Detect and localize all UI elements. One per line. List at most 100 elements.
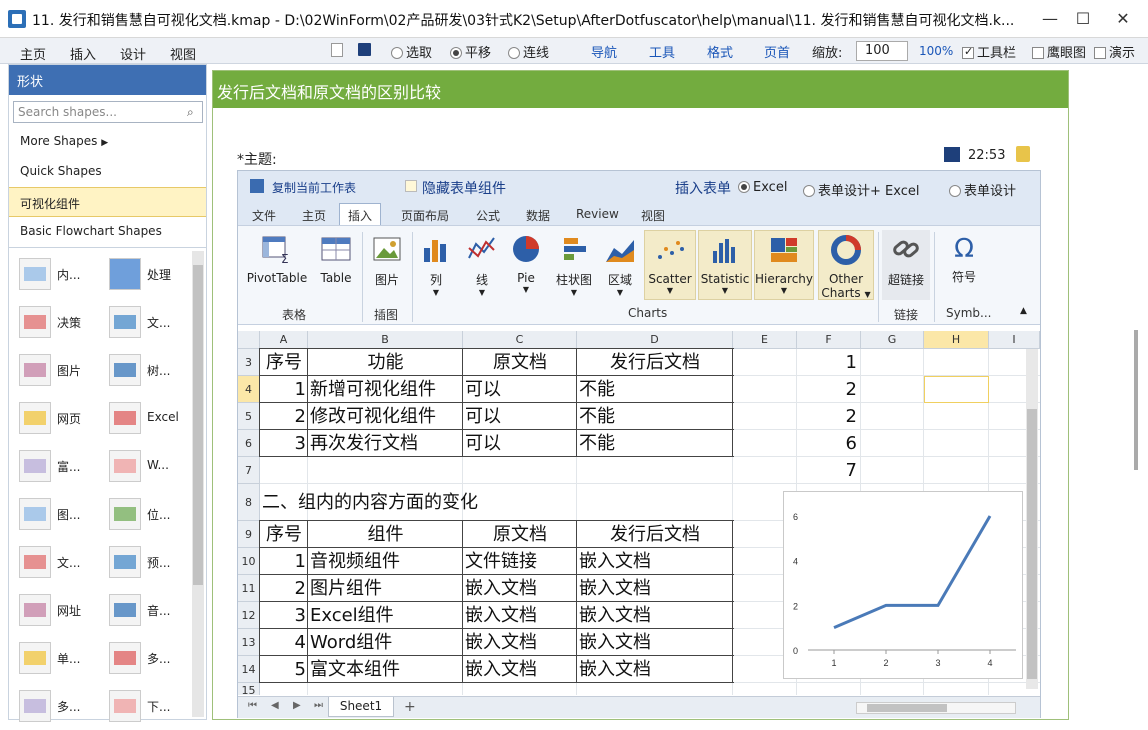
collapse-ribbon-icon[interactable]: ▲ — [1020, 306, 1027, 316]
shape-thumbnail-icon[interactable] — [19, 690, 51, 722]
cell[interactable]: 3 — [262, 602, 306, 629]
column-header[interactable]: F — [797, 331, 861, 349]
shape-label[interactable]: 多... — [147, 650, 170, 667]
shape-thumbnail-icon[interactable] — [19, 546, 51, 578]
cell[interactable]: 发行后文档 — [579, 521, 731, 548]
cell[interactable]: 功能 — [310, 349, 461, 376]
cell[interactable]: 新增可视化组件 — [310, 376, 461, 403]
shape-label[interactable]: 单... — [57, 650, 80, 667]
zoom-input[interactable]: 100 — [856, 41, 908, 61]
tab-home[interactable]: 主页 — [302, 207, 326, 224]
tab-view[interactable]: 视图 — [641, 207, 665, 224]
category-visual-components[interactable]: 可视化组件 — [9, 187, 206, 217]
tab-insert[interactable]: 插入 — [339, 203, 382, 225]
nav-button[interactable]: 导航 — [591, 42, 617, 61]
canvas-scrollbar[interactable] — [1134, 330, 1138, 470]
cell[interactable]: 3 — [262, 430, 306, 457]
cell[interactable]: Excel组件 — [310, 602, 461, 629]
cell[interactable]: 可以 — [465, 403, 575, 430]
cell[interactable]: 修改可视化组件 — [310, 403, 461, 430]
tab-formula[interactable]: 公式 — [476, 207, 500, 224]
shape-label[interactable]: 文... — [57, 554, 80, 571]
cell[interactable]: 嵌入文档 — [579, 629, 731, 656]
hide-form-checkbox[interactable] — [405, 180, 417, 192]
tab-data[interactable]: 数据 — [526, 207, 550, 224]
category-flowchart[interactable]: Basic Flowchart Shapes — [9, 217, 206, 247]
row-header[interactable]: 5 — [238, 403, 260, 430]
shape-thumbnail-icon[interactable] — [19, 498, 51, 530]
cell[interactable]: 文件链接 — [465, 548, 575, 575]
opt-design-excel-radio[interactable]: 表单设计+ Excel — [803, 180, 919, 199]
shape-label[interactable]: Excel — [147, 410, 179, 424]
f-column-cell[interactable]: 2 — [799, 376, 857, 403]
shape-label[interactable]: 树... — [147, 362, 170, 379]
shape-thumbnail-icon[interactable] — [19, 594, 51, 626]
column-chart-button[interactable]: 列 ▼ — [418, 234, 454, 297]
shape-label[interactable]: 位... — [147, 506, 170, 523]
tab-file[interactable]: 文件 — [252, 207, 276, 224]
column-header[interactable]: A — [260, 331, 308, 349]
shape-thumbnail-icon[interactable] — [109, 258, 141, 290]
shape-thumbnail-icon[interactable] — [109, 594, 141, 626]
shape-label[interactable]: 预... — [147, 554, 170, 571]
row-header[interactable]: 11 — [238, 575, 260, 602]
column-header[interactable]: E — [733, 331, 797, 349]
h-scrollbar-thumb[interactable] — [867, 704, 947, 712]
tools-button[interactable]: 工具 — [649, 42, 675, 61]
column-header[interactable]: D — [577, 331, 733, 349]
scatter-chart-button[interactable]: Scatter ▼ — [644, 230, 696, 300]
menu-design[interactable]: 设计 — [120, 44, 146, 63]
sheet-tab[interactable]: Sheet1 — [328, 697, 394, 717]
cell[interactable]: Word组件 — [310, 629, 461, 656]
category-more-shapes[interactable]: More Shapes ▶ — [9, 127, 206, 157]
save-icon[interactable] — [944, 147, 960, 162]
row-header[interactable]: 14 — [238, 656, 260, 683]
cell[interactable]: 2 — [262, 575, 306, 602]
menu-view[interactable]: 视图 — [170, 44, 196, 63]
pie-chart-button[interactable]: Pie ▼ — [508, 234, 544, 294]
shape-thumbnail-icon[interactable] — [19, 354, 51, 386]
shape-thumbnail-icon[interactable] — [109, 546, 141, 578]
shape-thumbnail-icon[interactable] — [109, 690, 141, 722]
picture-button[interactable]: 图片 — [368, 234, 406, 288]
first-sheet-icon[interactable]: ⏮ — [248, 700, 257, 711]
f-column-cell[interactable]: 1 — [799, 349, 857, 376]
cell[interactable]: 不能 — [579, 430, 731, 457]
menu-insert[interactable]: 插入 — [70, 44, 96, 63]
cell[interactable]: 嵌入文档 — [579, 656, 731, 683]
last-sheet-icon[interactable]: ⏭ — [314, 700, 323, 711]
mode-connect-radio[interactable]: 连线 — [508, 42, 549, 61]
opt-excel-radio[interactable]: Excel — [738, 180, 787, 195]
cell[interactable]: 2 — [262, 403, 306, 430]
cell[interactable]: 嵌入文档 — [465, 602, 575, 629]
shape-label[interactable]: 网页 — [57, 410, 81, 427]
cell[interactable]: 嵌入文档 — [465, 656, 575, 683]
copy-sheet-button[interactable]: 复制当前工作表 — [272, 179, 356, 196]
cell[interactable]: 嵌入文档 — [579, 548, 731, 575]
present-checkbox[interactable]: 演示 — [1094, 42, 1135, 61]
shape-label[interactable]: 音... — [147, 602, 170, 619]
minimize-button[interactable]: — — [1038, 8, 1062, 30]
hyperlink-button[interactable]: 超链接 — [882, 230, 930, 300]
shape-label[interactable]: 网址 — [57, 602, 81, 619]
select-all-corner[interactable] — [238, 331, 260, 349]
column-header[interactable]: H — [924, 331, 989, 349]
cell[interactable]: 可以 — [465, 430, 575, 457]
pivottable-button[interactable]: Σ PivotTable — [246, 234, 308, 285]
cell[interactable]: 再次发行文档 — [310, 430, 461, 457]
shape-label[interactable]: 决策 — [57, 314, 81, 331]
row-header[interactable]: 13 — [238, 629, 260, 656]
opt-design-radio[interactable]: 表单设计 — [949, 180, 1016, 199]
cell[interactable]: 嵌入文档 — [465, 629, 575, 656]
shape-label[interactable]: 下... — [147, 698, 170, 715]
row-header[interactable]: 8 — [238, 484, 260, 521]
mode-select-radio[interactable]: 选取 — [391, 42, 432, 61]
shape-thumbnail-icon[interactable] — [109, 498, 141, 530]
shape-label[interactable]: 多... — [57, 698, 80, 715]
topic-heading[interactable]: 发行后文档和原文档的区别比较 — [213, 71, 1068, 108]
shape-thumbnail-icon[interactable] — [19, 258, 51, 290]
format-button[interactable]: 格式 — [707, 42, 733, 61]
other-charts-button[interactable]: Other Charts ▼ — [818, 230, 874, 300]
cell[interactable]: 发行后文档 — [579, 349, 731, 376]
shape-label[interactable]: 图... — [57, 506, 80, 523]
